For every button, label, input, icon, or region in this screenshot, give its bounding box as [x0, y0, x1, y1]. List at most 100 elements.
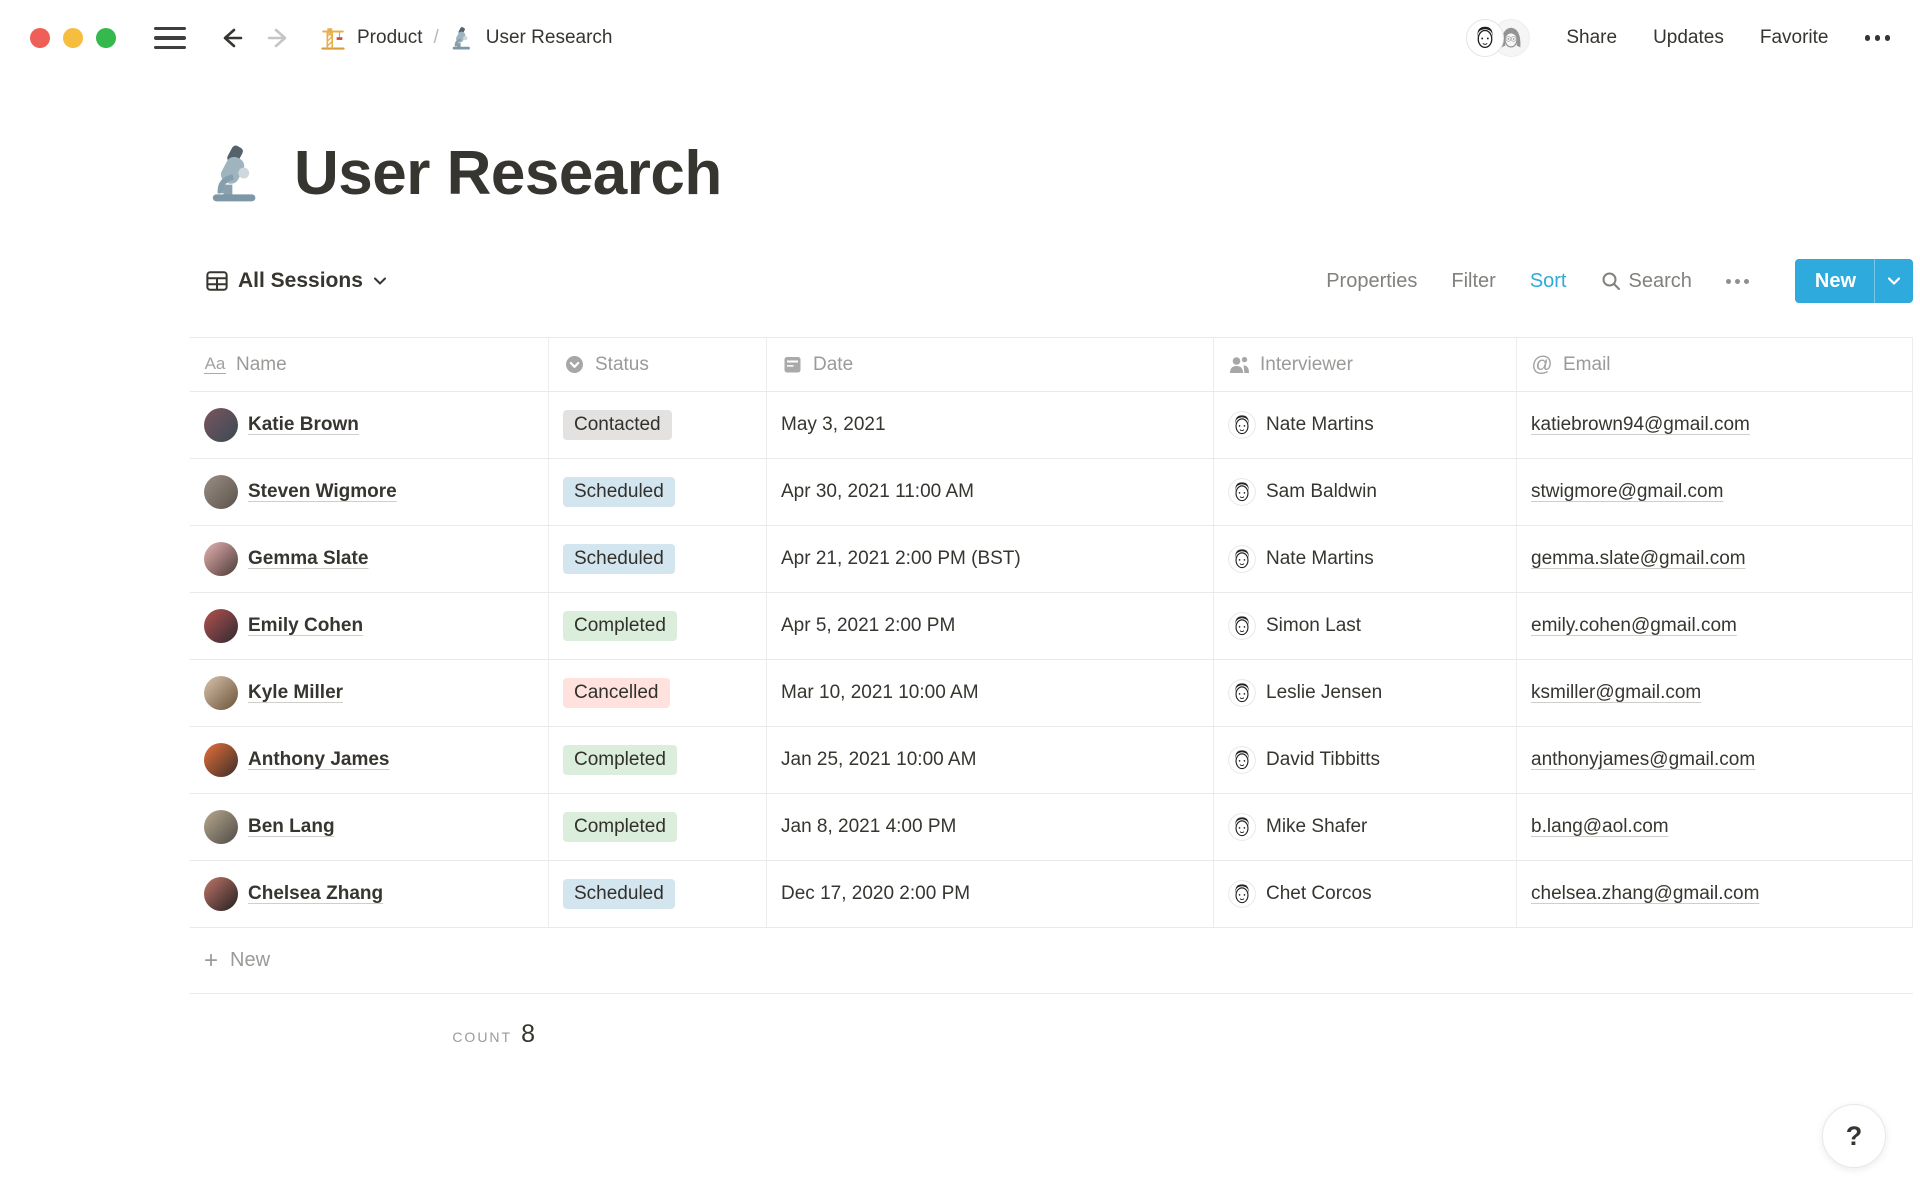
- email-cell[interactable]: anthonyjames@gmail.com: [1517, 727, 1913, 793]
- email-link[interactable]: emily.cohen@gmail.com: [1531, 615, 1737, 637]
- table-row: Chelsea Zhang Scheduled Dec 17, 2020 2:0…: [190, 861, 1913, 928]
- email-cell[interactable]: ksmiller@gmail.com: [1517, 660, 1913, 726]
- page-icon-microscope[interactable]: [206, 143, 268, 205]
- session-name-link[interactable]: Gemma Slate: [248, 548, 368, 570]
- status-cell[interactable]: Scheduled: [549, 526, 767, 592]
- status-badge: Scheduled: [563, 879, 675, 909]
- help-button[interactable]: ?: [1822, 1104, 1886, 1168]
- interviewer-name: Simon Last: [1266, 615, 1362, 636]
- date-cell[interactable]: Jan 8, 2021 4:00 PM: [767, 794, 1214, 860]
- name-cell[interactable]: Gemma Slate: [190, 526, 549, 592]
- email-cell[interactable]: b.lang@aol.com: [1517, 794, 1913, 860]
- email-link[interactable]: gemma.slate@gmail.com: [1531, 548, 1746, 570]
- table-row: Kyle Miller Cancelled Mar 10, 2021 10:00…: [190, 660, 1913, 727]
- column-header-name[interactable]: Aa Name: [190, 338, 549, 391]
- status-cell[interactable]: Completed: [549, 593, 767, 659]
- name-cell[interactable]: Emily Cohen: [190, 593, 549, 659]
- sort-button[interactable]: Sort: [1530, 270, 1567, 293]
- status-cell[interactable]: Cancelled: [549, 660, 767, 726]
- forward-arrow-icon[interactable]: [264, 23, 294, 53]
- name-cell[interactable]: Katie Brown: [190, 392, 549, 458]
- zoom-window-button[interactable]: [96, 28, 116, 48]
- breadcrumb-item-current[interactable]: User Research: [486, 27, 613, 49]
- email-link[interactable]: b.lang@aol.com: [1531, 816, 1669, 838]
- interviewer-cell[interactable]: David Tibbitts: [1214, 727, 1517, 793]
- status-cell[interactable]: Completed: [549, 727, 767, 793]
- more-icon[interactable]: [1864, 35, 1890, 41]
- interviewer-cell[interactable]: Sam Baldwin: [1214, 459, 1517, 525]
- favorite-button[interactable]: Favorite: [1760, 27, 1829, 49]
- date-cell[interactable]: Dec 17, 2020 2:00 PM: [767, 861, 1214, 927]
- session-name-link[interactable]: Emily Cohen: [248, 615, 363, 637]
- session-name-link[interactable]: Steven Wigmore: [248, 481, 397, 503]
- email-cell[interactable]: gemma.slate@gmail.com: [1517, 526, 1913, 592]
- name-cell[interactable]: Chelsea Zhang: [190, 861, 549, 927]
- name-cell[interactable]: Ben Lang: [190, 794, 549, 860]
- view-more-icon[interactable]: [1725, 278, 1749, 284]
- date-cell[interactable]: Apr 21, 2021 2:00 PM (BST): [767, 526, 1214, 592]
- name-cell[interactable]: Kyle Miller: [190, 660, 549, 726]
- chevron-down-icon: [373, 277, 386, 285]
- avatar: [204, 743, 238, 777]
- table-row: Steven Wigmore Scheduled Apr 30, 2021 11…: [190, 459, 1913, 526]
- date-cell[interactable]: May 3, 2021: [767, 392, 1214, 458]
- new-record-dropdown[interactable]: [1874, 259, 1913, 303]
- date-cell[interactable]: Apr 30, 2021 11:00 AM: [767, 459, 1214, 525]
- sidebar-menu-icon[interactable]: [154, 27, 186, 49]
- share-button[interactable]: Share: [1566, 27, 1617, 49]
- interviewer-cell[interactable]: Mike Shafer: [1214, 794, 1517, 860]
- status-cell[interactable]: Contacted: [549, 392, 767, 458]
- search-button[interactable]: Search: [1601, 270, 1692, 293]
- column-header-interviewer[interactable]: Interviewer: [1214, 338, 1517, 391]
- column-header-date[interactable]: Date: [767, 338, 1214, 391]
- email-cell[interactable]: emily.cohen@gmail.com: [1517, 593, 1913, 659]
- email-cell[interactable]: chelsea.zhang@gmail.com: [1517, 861, 1913, 927]
- date-cell[interactable]: Jan 25, 2021 10:00 AM: [767, 727, 1214, 793]
- session-name-link[interactable]: Anthony James: [248, 749, 389, 771]
- view-switcher[interactable]: All Sessions: [206, 269, 387, 293]
- session-name-link[interactable]: Ben Lang: [248, 816, 335, 838]
- new-row-button[interactable]: + New: [190, 928, 1913, 994]
- view-name-label: All Sessions: [238, 269, 363, 292]
- new-record-button[interactable]: New: [1794, 259, 1913, 303]
- interviewer-cell[interactable]: Nate Martins: [1214, 392, 1517, 458]
- breadcrumb-item-product[interactable]: Product: [357, 27, 422, 49]
- date-cell[interactable]: Apr 5, 2021 2:00 PM: [767, 593, 1214, 659]
- email-link[interactable]: ksmiller@gmail.com: [1531, 682, 1701, 704]
- email-link[interactable]: katiebrown94@gmail.com: [1531, 414, 1750, 436]
- table-row: Emily Cohen Completed Apr 5, 2021 2:00 P…: [190, 593, 1913, 660]
- back-arrow-icon[interactable]: [216, 23, 246, 53]
- plus-icon: +: [204, 946, 219, 974]
- date-cell[interactable]: Mar 10, 2021 10:00 AM: [767, 660, 1214, 726]
- interviewer-cell[interactable]: Nate Martins: [1214, 526, 1517, 592]
- name-cell[interactable]: Steven Wigmore: [190, 459, 549, 525]
- minimize-window-button[interactable]: [63, 28, 83, 48]
- filter-button[interactable]: Filter: [1451, 270, 1495, 293]
- session-name-link[interactable]: Katie Brown: [248, 414, 359, 436]
- email-link[interactable]: stwigmore@gmail.com: [1531, 481, 1723, 503]
- email-cell[interactable]: katiebrown94@gmail.com: [1517, 392, 1913, 458]
- sessions-table: Aa Name Status Date Interviewer @ Email …: [190, 337, 1913, 1049]
- column-header-status[interactable]: Status: [549, 338, 767, 391]
- count-summary[interactable]: COUNT 8: [190, 994, 549, 1049]
- close-window-button[interactable]: [30, 28, 50, 48]
- status-cell[interactable]: Scheduled: [549, 861, 767, 927]
- new-record-label[interactable]: New: [1795, 259, 1874, 303]
- email-link[interactable]: chelsea.zhang@gmail.com: [1531, 883, 1759, 905]
- interviewer-cell[interactable]: Leslie Jensen: [1214, 660, 1517, 726]
- interviewer-cell[interactable]: Simon Last: [1214, 593, 1517, 659]
- status-cell[interactable]: Scheduled: [549, 459, 767, 525]
- status-badge: Completed: [563, 745, 677, 775]
- email-link[interactable]: anthonyjames@gmail.com: [1531, 749, 1755, 771]
- status-badge: Cancelled: [563, 678, 670, 708]
- name-cell[interactable]: Anthony James: [190, 727, 549, 793]
- status-cell[interactable]: Completed: [549, 794, 767, 860]
- properties-button[interactable]: Properties: [1326, 270, 1417, 293]
- email-cell[interactable]: stwigmore@gmail.com: [1517, 459, 1913, 525]
- session-name-link[interactable]: Kyle Miller: [248, 682, 343, 704]
- session-name-link[interactable]: Chelsea Zhang: [248, 883, 383, 905]
- text-icon: Aa: [204, 354, 226, 374]
- updates-button[interactable]: Updates: [1653, 27, 1724, 49]
- interviewer-cell[interactable]: Chet Corcos: [1214, 861, 1517, 927]
- column-header-email[interactable]: @ Email: [1517, 338, 1913, 391]
